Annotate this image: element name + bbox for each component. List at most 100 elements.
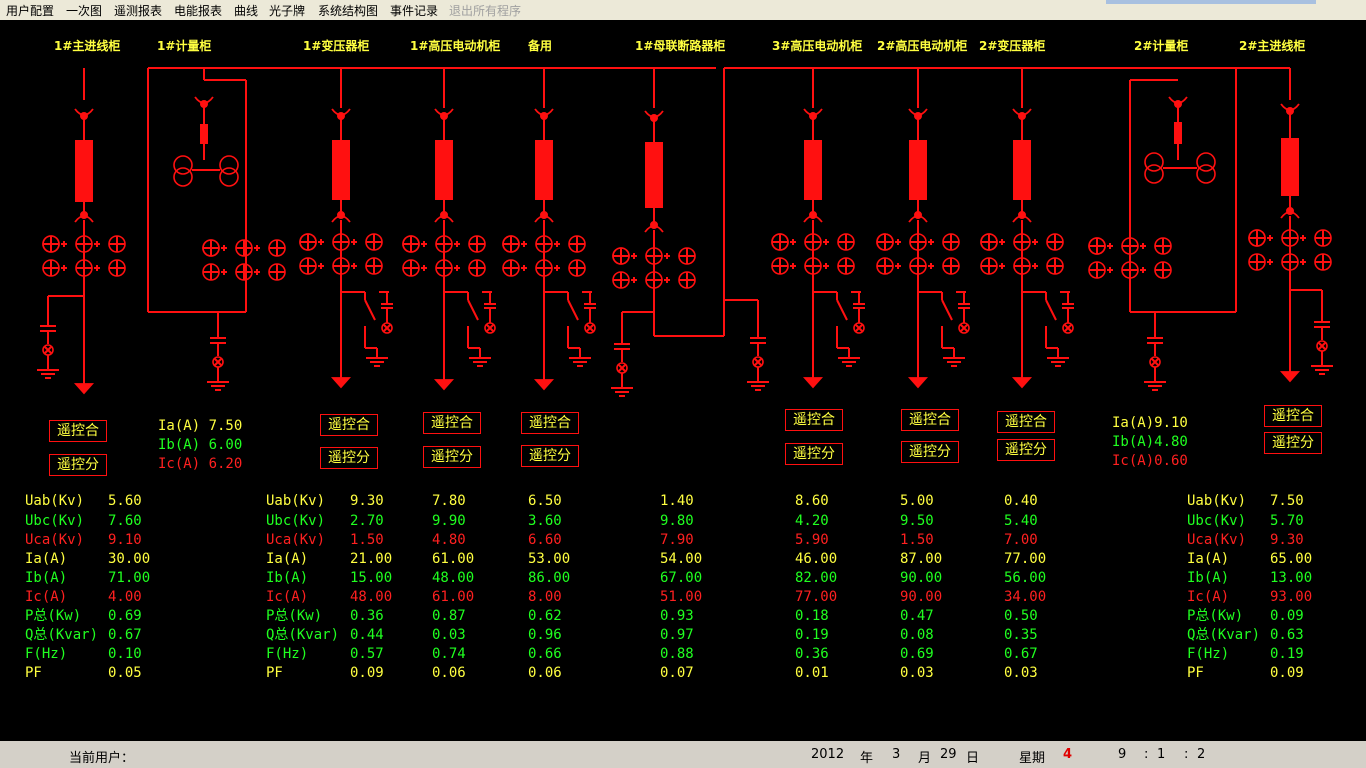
measure-value: 13.00 <box>1270 570 1313 586</box>
measure-value: 0.09 <box>1270 665 1304 681</box>
remote-open-button-spare[interactable]: 遥控分 <box>521 445 579 467</box>
menu-system-structure[interactable]: 系统结构图 <box>318 2 378 19</box>
current-user-label: 当前用户： <box>69 751 135 766</box>
plug-contact-dot <box>539 211 548 220</box>
measure-label: PF <box>25 665 42 681</box>
measure-value: 0.97 <box>660 627 694 643</box>
measure-value: 0.06 <box>432 665 466 681</box>
plug-contact-dot <box>80 211 89 220</box>
measure-label: Uca(Kv) <box>266 532 326 548</box>
measure-value: 0.63 <box>1270 627 1304 643</box>
measure-value: 0.03 <box>1004 665 1038 681</box>
cabinet-title-2-hv-motor: 2#高压电动机柜 <box>877 39 968 53</box>
measure-value: 0.44 <box>350 627 384 643</box>
status-bar: 当前用户： 2012 年 3 月 29 日 星期 4 9 : 1 : 2 <box>0 741 1366 768</box>
measure-value: 5.40 <box>1004 513 1038 529</box>
measure-value: 7.80 <box>432 493 466 509</box>
measure-value: 1.50 <box>900 532 934 548</box>
incoming1-breaker <box>75 140 93 202</box>
remote-close-button-1-transformer[interactable]: 遥控合 <box>320 414 378 436</box>
motor2-breaker <box>909 140 927 200</box>
time-hour: 9 <box>1118 747 1127 762</box>
remote-close-button-2-hv-motor[interactable]: 遥控合 <box>901 409 959 431</box>
cabinet-title-1-metering: 1#计量柜 <box>157 39 212 53</box>
time-sep2: : <box>1184 747 1189 762</box>
remote-open-button-2-transformer[interactable]: 遥控分 <box>997 439 1055 461</box>
remote-close-button-2-transformer[interactable]: 遥控合 <box>997 411 1055 433</box>
measure-value: 34.00 <box>1004 589 1047 605</box>
measure-value: 0.18 <box>795 608 829 624</box>
measure-value: 0.74 <box>432 646 466 662</box>
menu-energy-report[interactable]: 电能报表 <box>174 2 222 19</box>
measure-value: 7.00 <box>1004 532 1038 548</box>
cabinet-title-1-transformer: 1#变压器柜 <box>303 39 370 53</box>
remote-open-button-1-hv-motor[interactable]: 遥控分 <box>423 446 481 468</box>
measure-value: 77.00 <box>1004 551 1047 567</box>
measure-value: 9.30 <box>350 493 384 509</box>
menu-user-config[interactable]: 用户配置 <box>6 2 54 19</box>
earth-switch-icon <box>836 299 848 321</box>
remote-close-button-spare[interactable]: 遥控合 <box>521 412 579 434</box>
measure-value: 61.00 <box>432 551 475 567</box>
measure-value: 9.80 <box>660 513 694 529</box>
measure-value: 7.60 <box>108 513 142 529</box>
date-year-unit: 年 <box>860 751 874 766</box>
cabinet-title-2-transformer: 2#变压器柜 <box>979 39 1046 53</box>
measure-value: 7.90 <box>660 532 694 548</box>
date-month-unit: 月 <box>918 751 932 766</box>
cabinet-title-1-main-incoming: 1#主进线柜 <box>54 39 121 53</box>
measure-label: F(Hz) <box>266 646 309 662</box>
measure-value: 3.60 <box>528 513 562 529</box>
measure-value: 48.00 <box>432 570 475 586</box>
pt-icon <box>173 167 193 187</box>
remote-close-button-2-main[interactable]: 遥控合 <box>1264 405 1322 427</box>
measure-value: 0.06 <box>528 665 562 681</box>
remote-close-button-1-hv-motor[interactable]: 遥控合 <box>423 412 481 434</box>
measure-label: Q总(Kvar) <box>25 627 99 643</box>
plug-contact-dot <box>808 211 817 220</box>
menu-optical-sign[interactable]: 光子牌 <box>269 2 305 19</box>
remote-open-button-2-main[interactable]: 遥控分 <box>1264 432 1322 454</box>
menu-curve[interactable]: 曲线 <box>234 2 258 19</box>
menu-bar: 用户配置 一次图 遥测报表 电能报表 曲线 光子牌 系统结构图 事件记录 退出所… <box>0 0 1366 20</box>
measure-label: P总(Kw) <box>266 608 323 624</box>
measure-label: F(Hz) <box>1187 646 1230 662</box>
outgoing-arrow-icon <box>1011 377 1033 389</box>
measure-label: Q总(Kvar) <box>266 627 340 643</box>
measure-value: 0.50 <box>1004 608 1038 624</box>
measure-value: 1.50 <box>350 532 384 548</box>
menu-exit-all[interactable]: 退出所有程序 <box>449 2 521 19</box>
measure-label: Uca(Kv) <box>1187 532 1247 548</box>
measure-value: 5.90 <box>795 532 829 548</box>
measure-label: Ia(A) <box>25 551 68 567</box>
measure-label: Ic(A) <box>1187 589 1230 605</box>
cabinet-title-1-hv-motor: 1#高压电动机柜 <box>410 39 501 53</box>
time-second: 2 <box>1197 747 1206 762</box>
menu-telemetry-report[interactable]: 遥测报表 <box>114 2 162 19</box>
meter1-ia: Ia(A) 7.50 <box>158 418 243 434</box>
measure-value: 0.88 <box>660 646 694 662</box>
pt-icon <box>1144 164 1164 184</box>
meter1-ic: Ic(A) 6.20 <box>158 456 243 472</box>
remote-close-button-1-main[interactable]: 遥控合 <box>49 420 107 442</box>
outgoing-arrow-icon <box>73 383 95 395</box>
measure-value: 93.00 <box>1270 589 1313 605</box>
outgoing-arrow-icon <box>1279 371 1301 383</box>
remote-open-button-1-main[interactable]: 遥控分 <box>49 454 107 476</box>
measure-value: 61.00 <box>432 589 475 605</box>
measure-label: Q总(Kvar) <box>1187 627 1261 643</box>
outgoing-arrow-icon <box>907 377 929 389</box>
remote-open-button-1-transformer[interactable]: 遥控分 <box>320 447 378 469</box>
date-day: 29 <box>940 747 957 762</box>
remote-open-button-2-hv-motor[interactable]: 遥控分 <box>901 441 959 463</box>
remote-open-button-3-hv-motor[interactable]: 遥控分 <box>785 443 843 465</box>
measure-value: 0.87 <box>432 608 466 624</box>
menu-single-line[interactable]: 一次图 <box>66 2 102 19</box>
remote-close-button-3-hv-motor[interactable]: 遥控合 <box>785 409 843 431</box>
menu-event-log[interactable]: 事件记录 <box>390 2 438 19</box>
cabinet-title-2-main-incoming: 2#主进线柜 <box>1239 39 1306 53</box>
measure-value: 0.19 <box>795 627 829 643</box>
measure-label: Ia(A) <box>266 551 309 567</box>
earth-switch-icon <box>941 299 953 321</box>
weekday-label: 星期 <box>1019 751 1046 766</box>
